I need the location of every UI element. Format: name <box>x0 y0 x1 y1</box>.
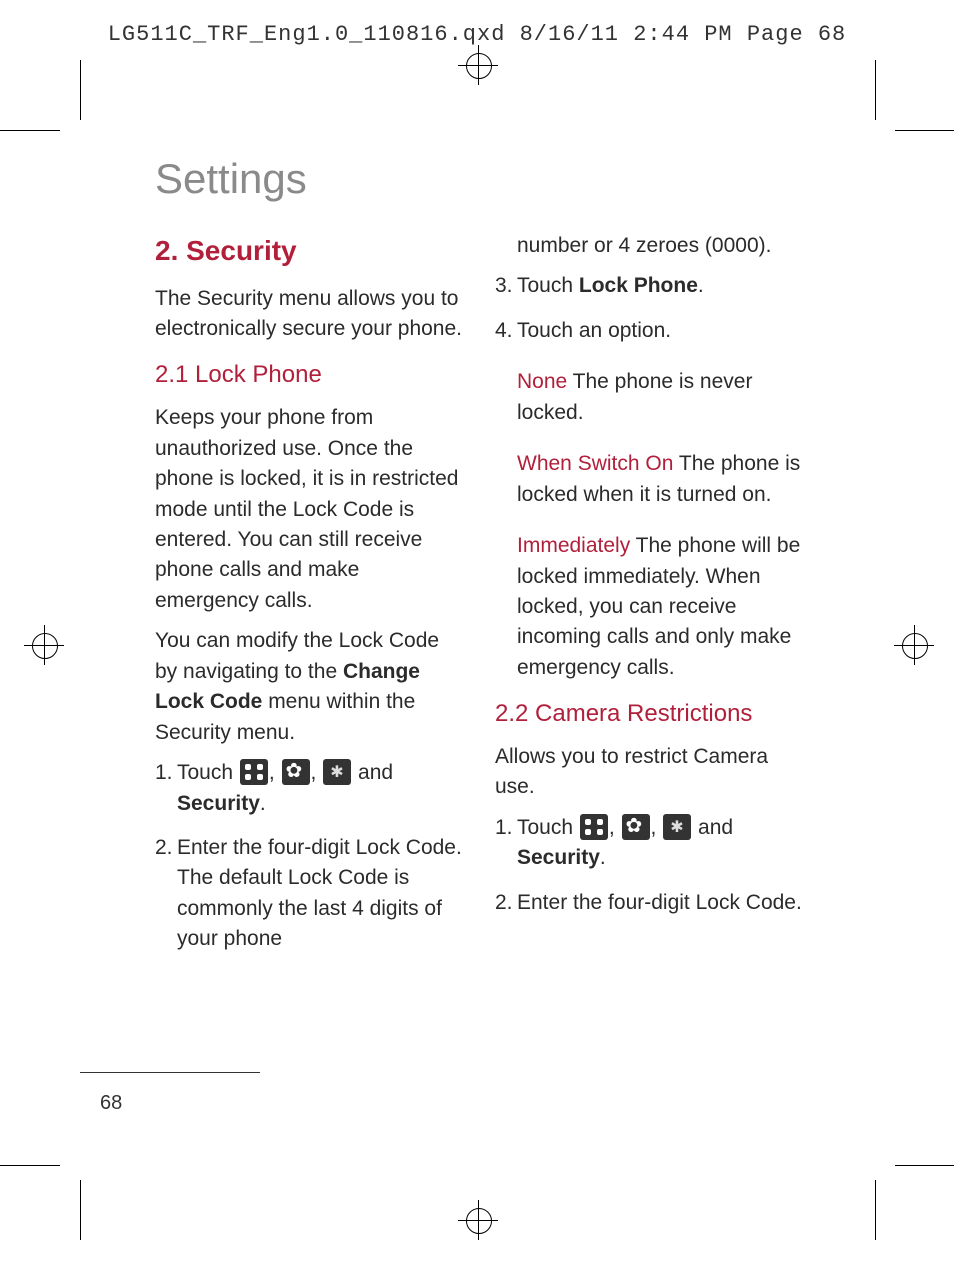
lock-phone-desc-1: Keeps your phone from unauthorized use. … <box>155 403 465 616</box>
option-label: When Switch On <box>517 452 673 475</box>
lock-step-2: 2. Enter the four-digit Lock Code. The d… <box>155 833 465 955</box>
step-body: Enter the four-digit Lock Code. The defa… <box>177 833 465 955</box>
crop-mark <box>80 60 81 120</box>
text: and <box>692 816 733 839</box>
crop-mark <box>80 1180 81 1240</box>
section-heading-security: 2. Security <box>155 231 465 272</box>
step-body: Enter the four-digit Lock Code. <box>517 888 805 918</box>
bold-text: Security <box>517 846 600 869</box>
text: , <box>311 761 323 784</box>
step-number: 2. <box>155 833 177 955</box>
lock-step-3: 3. Touch Lock Phone. <box>495 271 805 301</box>
page-number: 68 <box>100 1092 122 1115</box>
lock-step-4: 4. Touch an option. <box>495 316 805 346</box>
apps-icon <box>580 814 608 840</box>
option-when-switch-on: When Switch On The phone is locked when … <box>517 449 805 510</box>
text: , <box>269 761 281 784</box>
step-body: Touch an option. <box>517 316 805 346</box>
lock-step-2-cont: number or 4 zeroes (0000). <box>517 231 805 261</box>
crop-mark <box>875 1180 876 1240</box>
option-immediately: Immediately The phone will be locked imm… <box>517 531 805 683</box>
text: Touch <box>517 274 579 297</box>
step-number: 2. <box>495 888 517 918</box>
step-number: 1. <box>495 813 517 874</box>
step-number: 4. <box>495 316 517 346</box>
bold-text: Lock Phone <box>579 274 698 297</box>
text: . <box>260 792 266 815</box>
page-body: Settings 2. Security The Security menu a… <box>155 155 805 969</box>
print-header-slug: LG511C_TRF_Eng1.0_110816.qxd 8/16/11 2:4… <box>0 22 954 47</box>
step-number: 1. <box>155 758 177 819</box>
text: . <box>600 846 606 869</box>
registration-mark-icon <box>894 625 934 665</box>
step-number: 3. <box>495 271 517 301</box>
tools-icon <box>663 814 691 840</box>
option-none: None The phone is never locked. <box>517 367 805 428</box>
gear-icon <box>282 759 310 785</box>
crop-mark <box>0 130 60 131</box>
subsection-lock-phone: 2.1 Lock Phone <box>155 358 465 393</box>
camera-step-1: 1. Touch , , and Security. <box>495 813 805 874</box>
column-right: number or 4 zeroes (0000). 3. Touch Lock… <box>495 231 805 969</box>
step-body: Touch Lock Phone. <box>517 271 805 301</box>
crop-mark <box>895 130 954 131</box>
option-label: None <box>517 370 567 393</box>
apps-icon <box>240 759 268 785</box>
text: . <box>698 274 704 297</box>
subsection-camera-restrictions: 2.2 Camera Restrictions <box>495 697 805 732</box>
bold-text: Security <box>177 792 260 815</box>
gear-icon <box>622 814 650 840</box>
lock-step-1: 1. Touch , , and Security. <box>155 758 465 819</box>
text: , <box>651 816 663 839</box>
registration-mark-icon <box>458 1200 498 1240</box>
camera-restrictions-desc: Allows you to restrict Camera use. <box>495 742 805 803</box>
camera-step-2: 2. Enter the four-digit Lock Code. <box>495 888 805 918</box>
page-title: Settings <box>155 155 805 203</box>
text: and <box>352 761 393 784</box>
crop-mark <box>895 1165 954 1166</box>
step-body: Touch , , and Security. <box>517 813 805 874</box>
crop-mark <box>0 1165 60 1166</box>
security-intro: The Security menu allows you to electron… <box>155 284 465 345</box>
tools-icon <box>323 759 351 785</box>
registration-mark-icon <box>24 625 64 665</box>
text: , <box>609 816 621 839</box>
text: Touch <box>177 761 239 784</box>
step-body: Touch , , and Security. <box>177 758 465 819</box>
registration-mark-icon <box>458 45 498 85</box>
column-left: 2. Security The Security menu allows you… <box>155 231 465 969</box>
lock-phone-desc-2: You can modify the Lock Code by navigati… <box>155 626 465 748</box>
text: Touch <box>517 816 579 839</box>
footer-rule <box>80 1072 260 1073</box>
crop-mark <box>875 60 876 120</box>
option-label: Immediately <box>517 534 630 557</box>
